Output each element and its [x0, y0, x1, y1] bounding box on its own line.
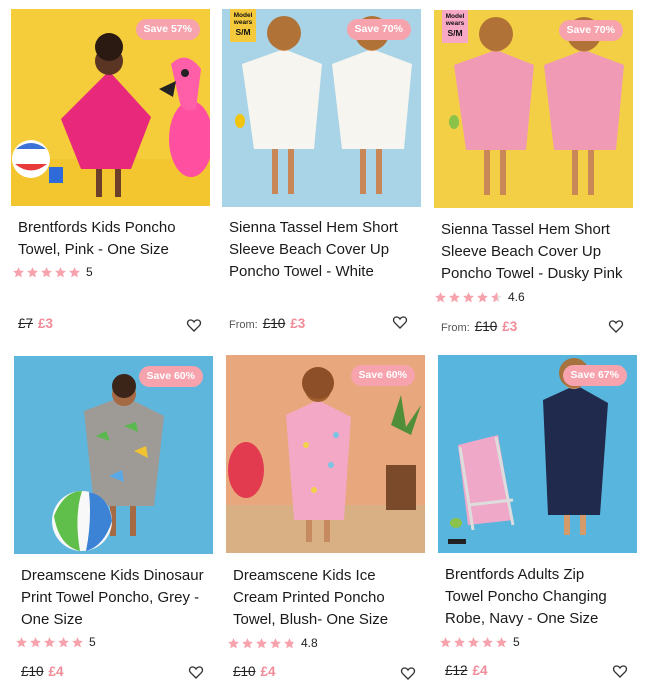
star-icon [228, 637, 239, 648]
star-icon [454, 636, 465, 647]
sale-price: £3 [38, 316, 54, 331]
wishlist-heart-icon[interactable] [186, 317, 202, 333]
price-from-label: From: [229, 319, 258, 331]
original-price: £10 [21, 664, 44, 679]
original-price: £10 [474, 319, 498, 334]
original-price: £10 [233, 664, 256, 679]
product-image[interactable]: Save 60% [226, 355, 425, 553]
star-icon [270, 637, 281, 648]
product-image[interactable]: Save 67% [438, 355, 637, 553]
star-icon [463, 291, 474, 302]
wishlist-heart-icon[interactable] [188, 664, 204, 680]
sale-price: £3 [502, 319, 518, 334]
star-icon [72, 636, 83, 647]
star-icon [440, 636, 451, 647]
product-image[interactable]: Model wears S/M Save 70% [222, 9, 421, 207]
price: £10 £4 [233, 664, 276, 679]
discount-badge: Save 70% [558, 20, 623, 41]
original-price: £12 [445, 663, 468, 678]
rating-count: 5 [513, 635, 520, 649]
rating-count: 4.8 [301, 636, 318, 650]
star-icon [27, 266, 38, 277]
sale-price: £4 [260, 664, 276, 679]
star-icon [16, 636, 27, 647]
price: £12 £4 [445, 663, 488, 678]
product-title[interactable]: Dreamscene Kids Ice Cream Printed Poncho… [233, 565, 433, 631]
discount-badge: Save 67% [562, 365, 627, 386]
sale-price: £3 [290, 316, 306, 331]
product-title[interactable]: Brentfords Kids Poncho Towel, Pink - One… [18, 217, 208, 261]
price: £7 £3 [18, 316, 53, 331]
product-title[interactable]: Sienna Tassel Hem Short Sleeve Beach Cov… [441, 219, 641, 285]
star-icon [55, 266, 66, 277]
price: £10 £4 [21, 664, 64, 679]
star-icon [496, 636, 507, 647]
discount-badge: Save 60% [138, 366, 203, 387]
star-icon [468, 636, 479, 647]
star-icon [41, 266, 52, 277]
wishlist-heart-icon[interactable] [608, 318, 624, 334]
star-icon [58, 636, 69, 647]
original-price: £10 [262, 316, 286, 331]
wishlist-heart-icon[interactable] [400, 665, 416, 681]
sale-price: £4 [472, 663, 488, 678]
star-icon [284, 637, 295, 648]
product-image[interactable]: Save 57% [11, 9, 210, 206]
star-rating: 4.6 [434, 290, 525, 304]
rating-count: 5 [89, 635, 96, 649]
star-rating: 4.8 [227, 636, 318, 650]
star-icon [491, 291, 502, 302]
star-icon [69, 266, 80, 277]
discount-badge: Save 57% [135, 19, 200, 40]
star-icon [482, 636, 493, 647]
star-icon [477, 291, 488, 302]
wishlist-heart-icon[interactable] [392, 314, 408, 330]
original-price: £7 [18, 316, 34, 331]
star-rating: 5 [439, 635, 520, 649]
product-image[interactable]: Model wears S/M Save 70% [434, 10, 633, 208]
model-size-tag: Model wears S/M [230, 9, 256, 42]
price-from-label: From: [441, 322, 470, 334]
product-image[interactable]: Save 60% [14, 356, 213, 554]
sale-price: £4 [48, 664, 64, 679]
rating-count: 4.6 [508, 290, 525, 304]
discount-badge: Save 70% [346, 19, 411, 40]
price: From: £10 £3 [229, 316, 305, 331]
wishlist-heart-icon[interactable] [612, 663, 628, 679]
product-title[interactable]: Brentfords Adults Zip Towel Poncho Chang… [445, 564, 645, 630]
star-icon [30, 636, 41, 647]
star-icon [13, 266, 24, 277]
rating-count: 5 [86, 265, 93, 279]
star-icon [242, 637, 253, 648]
star-rating: 5 [12, 265, 93, 279]
product-title[interactable]: Sienna Tassel Hem Short Sleeve Beach Cov… [229, 217, 419, 283]
star-rating: 5 [15, 635, 96, 649]
model-size-tag: Model wears S/M [442, 10, 468, 43]
discount-badge: Save 60% [350, 365, 415, 386]
product-title[interactable]: Dreamscene Kids Dinosaur Print Towel Pon… [21, 565, 221, 631]
price: From: £10 £3 [441, 319, 517, 334]
star-icon [449, 291, 460, 302]
star-icon [435, 291, 446, 302]
star-icon [44, 636, 55, 647]
star-icon [256, 637, 267, 648]
